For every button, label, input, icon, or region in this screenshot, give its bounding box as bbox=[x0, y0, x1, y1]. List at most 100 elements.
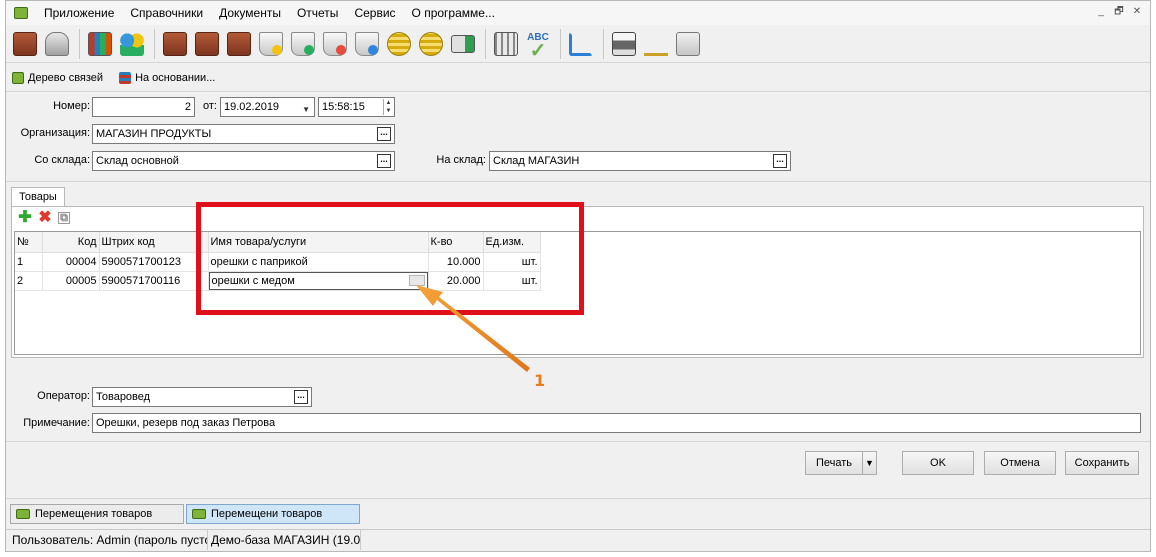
doc-tab-transfers-list[interactable]: Перемещения товаров bbox=[10, 504, 184, 524]
chevron-down-icon[interactable]: ▼ bbox=[862, 452, 876, 474]
from-store-label: Со склада: bbox=[34, 154, 90, 166]
status-db: Демо-база МАГАЗИН (19.0 bbox=[209, 530, 361, 550]
truck-small-icon bbox=[192, 509, 206, 519]
scales-icon bbox=[644, 32, 668, 56]
doc-tab-transfer-current[interactable]: Перемещени товаров bbox=[186, 504, 360, 524]
calculator-button[interactable] bbox=[491, 29, 521, 59]
add-row-icon[interactable]: ✚ bbox=[18, 210, 32, 226]
number-label: Номер: bbox=[53, 100, 90, 112]
print-toolbar-button[interactable] bbox=[609, 29, 639, 59]
ellipsis-icon[interactable]: ... bbox=[294, 390, 308, 404]
users-button[interactable] bbox=[117, 29, 147, 59]
col-barcode[interactable]: Штрих код bbox=[99, 232, 209, 253]
restore-icon[interactable]: 🗗 bbox=[1112, 5, 1126, 19]
transfer-button[interactable] bbox=[448, 29, 478, 59]
from-label: от: bbox=[203, 100, 217, 112]
grid-toolbar: ✚ ✖ ⧉ bbox=[18, 210, 70, 226]
money-button[interactable] bbox=[416, 29, 446, 59]
divider bbox=[6, 91, 1150, 92]
cart-add-button[interactable] bbox=[288, 29, 318, 59]
chevron-down-icon: ▼ bbox=[302, 105, 310, 114]
money-add-button[interactable] bbox=[384, 29, 414, 59]
cart-move-button[interactable] bbox=[352, 29, 382, 59]
cart-move-icon bbox=[355, 31, 379, 56]
crate-add-button[interactable] bbox=[192, 29, 222, 59]
to-store-value: Склад МАГАЗИН bbox=[493, 155, 580, 167]
cell-barcode: 5900571700123 bbox=[99, 252, 209, 272]
number-field[interactable]: 2 bbox=[92, 97, 195, 117]
truck-small-icon bbox=[12, 72, 24, 84]
col-number[interactable]: № bbox=[15, 232, 43, 253]
save-button[interactable]: Сохранить bbox=[1065, 451, 1139, 475]
toolbar-separator bbox=[154, 28, 155, 59]
menu-about[interactable]: О программе... bbox=[404, 1, 503, 25]
menu-references[interactable]: Справочники bbox=[122, 1, 211, 25]
menu-documents[interactable]: Документы bbox=[211, 1, 289, 25]
menu-service[interactable]: Сервис bbox=[346, 1, 403, 25]
date-value: 19.02.2019 bbox=[224, 101, 280, 113]
tree-link[interactable]: Дерево связей bbox=[12, 72, 103, 84]
basis-link-label: На основании... bbox=[135, 72, 216, 84]
basis-link[interactable]: На основании... bbox=[119, 72, 215, 84]
ellipsis-icon[interactable]: ... bbox=[377, 154, 391, 168]
col-code[interactable]: Код bbox=[42, 232, 100, 253]
copy-row-icon[interactable]: ⧉ bbox=[58, 212, 70, 224]
to-store-field[interactable]: Склад МАГАЗИН ... bbox=[489, 151, 791, 171]
export-button[interactable] bbox=[566, 29, 596, 59]
divider bbox=[6, 498, 1150, 499]
divider bbox=[6, 441, 1150, 442]
cell-code: 00004 bbox=[42, 252, 100, 272]
from-store-field[interactable]: Склад основной ... bbox=[92, 151, 395, 171]
ellipsis-icon[interactable]: ... bbox=[377, 127, 391, 141]
crate-star-icon bbox=[163, 31, 187, 56]
truck-small-icon bbox=[16, 509, 30, 519]
cart-remove-icon bbox=[323, 31, 347, 56]
upload-button[interactable] bbox=[673, 29, 703, 59]
status-bar: Пользователь: Admin (пароль пусто Демо-б… bbox=[6, 529, 1150, 551]
time-value: 15:58:15 bbox=[322, 101, 365, 113]
note-field[interactable]: Орешки, резерв под заказ Петрова bbox=[92, 413, 1141, 433]
references-button[interactable] bbox=[85, 29, 115, 59]
exit-button[interactable] bbox=[10, 29, 40, 59]
time-field[interactable]: 15:58:15 ▲ ▼ bbox=[318, 97, 395, 117]
coins-add-icon bbox=[387, 31, 411, 56]
spellcheck-icon: ABC ✓ bbox=[527, 31, 549, 62]
spin-icon[interactable]: ▲ ▼ bbox=[383, 99, 393, 115]
divider bbox=[6, 181, 1150, 182]
cart-remove-button[interactable] bbox=[320, 29, 350, 59]
toolbar-separator bbox=[560, 28, 561, 59]
date-picker[interactable]: 19.02.2019 ▼ bbox=[220, 97, 315, 117]
delete-row-icon[interactable]: ✖ bbox=[38, 210, 52, 226]
operator-value: Товаровед bbox=[96, 391, 151, 403]
cart-add-icon bbox=[291, 31, 315, 56]
organization-label: Организация: bbox=[20, 127, 90, 139]
users-icon bbox=[120, 31, 144, 56]
crate-remove-icon bbox=[227, 31, 251, 56]
truck-icon bbox=[451, 34, 475, 53]
tab-goods[interactable]: Товары bbox=[11, 187, 65, 207]
minimize-icon[interactable]: _ bbox=[1094, 5, 1108, 19]
doc-tab-label: Перемещения товаров bbox=[35, 508, 153, 520]
crate-remove-button[interactable] bbox=[224, 29, 254, 59]
note-label: Примечание: bbox=[23, 417, 90, 429]
doc-tab-label: Перемещени товаров bbox=[211, 508, 323, 520]
tree-link-label: Дерево связей bbox=[28, 72, 104, 84]
app-truck-icon bbox=[14, 7, 28, 19]
scales-button[interactable] bbox=[641, 29, 671, 59]
cancel-button[interactable]: Отмена bbox=[984, 451, 1056, 475]
ok-button[interactable]: OK bbox=[902, 451, 974, 475]
crate-star-button[interactable] bbox=[160, 29, 190, 59]
operator-field[interactable]: Товаровед ... bbox=[92, 387, 312, 407]
close-icon[interactable]: ✕ bbox=[1130, 5, 1144, 19]
organization-field[interactable]: МАГАЗИН ПРОДУКТЫ ... bbox=[92, 124, 395, 144]
lock-button[interactable] bbox=[42, 29, 72, 59]
number-value: 2 bbox=[184, 101, 191, 113]
print-button[interactable]: Печать ▼ bbox=[805, 451, 877, 475]
menu-application[interactable]: Приложение bbox=[36, 1, 122, 25]
ellipsis-icon[interactable]: ... bbox=[773, 154, 787, 168]
cart-star-icon bbox=[259, 31, 283, 56]
coins-icon bbox=[419, 31, 443, 56]
spellcheck-button[interactable]: ABC ✓ bbox=[523, 29, 553, 62]
menu-reports[interactable]: Отчеты bbox=[289, 1, 346, 25]
cart-star-button[interactable] bbox=[256, 29, 286, 59]
